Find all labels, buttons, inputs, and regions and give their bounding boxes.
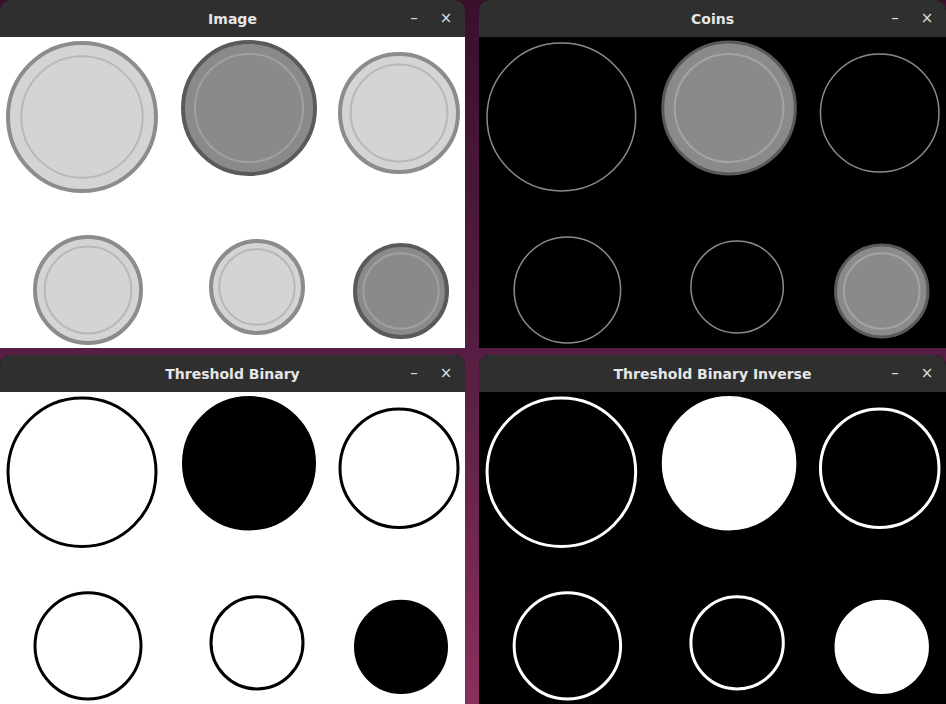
close-button[interactable]: × bbox=[918, 364, 936, 383]
close-button[interactable]: × bbox=[437, 364, 455, 383]
minimize-button[interactable]: – bbox=[405, 364, 423, 383]
coin bbox=[663, 42, 796, 174]
image-area bbox=[479, 392, 946, 704]
coin bbox=[8, 398, 156, 546]
window-controls: –× bbox=[886, 9, 936, 28]
coin bbox=[183, 42, 315, 174]
window-title: Coins bbox=[691, 11, 734, 27]
coin bbox=[183, 397, 315, 529]
coins-image bbox=[0, 37, 465, 348]
image-window[interactable]: Threshold Binary Inverse –× bbox=[479, 355, 946, 704]
coin bbox=[211, 241, 303, 333]
desktop: Image–×Coins–×Threshold Binary–×Threshol… bbox=[0, 0, 946, 704]
coin bbox=[514, 237, 620, 343]
coin bbox=[691, 597, 783, 689]
close-button[interactable]: × bbox=[437, 9, 455, 28]
coin bbox=[820, 409, 939, 527]
window-controls: –× bbox=[405, 364, 455, 383]
image-window[interactable]: Coins –× bbox=[479, 0, 946, 348]
coin bbox=[8, 43, 156, 191]
coin bbox=[35, 593, 141, 699]
coin bbox=[514, 593, 620, 699]
close-button[interactable]: × bbox=[918, 9, 936, 28]
minimize-button[interactable]: – bbox=[886, 364, 904, 383]
title-bar[interactable]: Coins –× bbox=[479, 0, 946, 37]
coin bbox=[487, 43, 636, 191]
coin bbox=[340, 409, 458, 527]
window-title: Threshold Binary bbox=[165, 366, 299, 382]
window-title: Image bbox=[208, 11, 257, 27]
window-controls: –× bbox=[886, 364, 936, 383]
coin bbox=[836, 601, 928, 693]
coins-image bbox=[479, 37, 946, 348]
window-controls: –× bbox=[405, 9, 455, 28]
image-window[interactable]: Image –× bbox=[0, 0, 465, 348]
coin bbox=[355, 601, 447, 693]
image-area bbox=[0, 392, 465, 704]
title-bar[interactable]: Image –× bbox=[0, 0, 465, 37]
coins-image bbox=[0, 392, 465, 704]
minimize-button[interactable]: – bbox=[405, 9, 423, 28]
image-area bbox=[0, 37, 465, 348]
title-bar[interactable]: Threshold Binary –× bbox=[0, 355, 465, 392]
coin bbox=[820, 54, 939, 172]
coin bbox=[35, 237, 141, 343]
title-bar[interactable]: Threshold Binary Inverse –× bbox=[479, 355, 946, 392]
coin bbox=[340, 54, 458, 172]
coin bbox=[691, 241, 783, 333]
coin bbox=[836, 245, 928, 337]
coin bbox=[663, 397, 796, 529]
minimize-button[interactable]: – bbox=[886, 9, 904, 28]
coin bbox=[487, 398, 636, 546]
image-window[interactable]: Threshold Binary –× bbox=[0, 355, 465, 704]
coin bbox=[355, 245, 447, 337]
window-title: Threshold Binary Inverse bbox=[614, 366, 812, 382]
image-area bbox=[479, 37, 946, 348]
coin bbox=[211, 597, 303, 689]
coins-image bbox=[479, 392, 946, 704]
